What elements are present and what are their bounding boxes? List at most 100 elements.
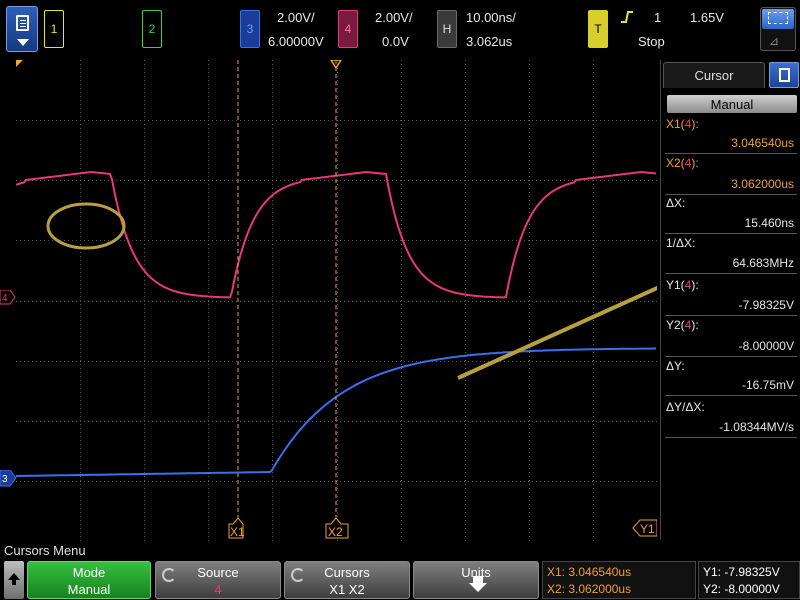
trigger-level: 1.65V xyxy=(690,10,724,25)
y2-label: Y2(4): xyxy=(666,318,699,332)
divider xyxy=(665,233,797,234)
channel-3-marker-label: 3 xyxy=(2,474,8,485)
delta-y-label: ΔY: xyxy=(666,359,685,373)
trigger-source: 1 xyxy=(654,10,662,25)
channel-3-button[interactable]: 3 xyxy=(240,10,260,48)
x1-value: 3.046540us xyxy=(731,136,794,150)
inverse-delta-x-value: 64.683MHz xyxy=(732,256,794,270)
readout-y2: Y2: -8.00000V xyxy=(703,582,780,596)
arrow-down-head xyxy=(469,583,487,592)
readout-x1-value: 3.046540us xyxy=(568,565,632,579)
delta-y-value: -16.75mV xyxy=(741,378,794,392)
units-softkey[interactable]: Units xyxy=(413,561,539,599)
panel-menu-button[interactable] xyxy=(769,62,799,88)
y1-label: Y1(4): xyxy=(666,278,699,292)
readout-y1: Y1: -7.98325V xyxy=(703,565,780,579)
menu-title: Cursors Menu xyxy=(4,543,86,558)
delta-x-value: 15.460ns xyxy=(744,216,794,230)
channel-4-label: 4 xyxy=(344,22,352,36)
waveform-display[interactable]: X1 X2 Y1 xyxy=(16,60,657,541)
rising-edge-icon xyxy=(621,11,633,23)
document-icon xyxy=(779,68,790,82)
cursor-y1-tag-label: Y1 xyxy=(640,522,655,536)
cursor-x1-tag-label: X1 xyxy=(230,525,245,539)
channel-3-offset: 6.00000V xyxy=(268,34,324,49)
divider xyxy=(665,437,797,438)
channel-4-scale: 2.00V/ xyxy=(375,10,413,25)
source-softkey-label: Source xyxy=(197,565,239,580)
cursor-x-readout: X1: 3.046540us X2: 3.062000us xyxy=(542,561,696,599)
cursors-softkey-value: X1 X2 xyxy=(329,582,365,597)
x2-label: X2(4): xyxy=(666,156,699,170)
main-menu-button[interactable] xyxy=(6,6,38,52)
cursor-x2-tag-label: X2 xyxy=(328,525,343,539)
slope-label: ΔY/ΔX: xyxy=(666,400,705,414)
readout-x1-label: X1: xyxy=(547,565,566,579)
channel-1-button[interactable]: 1 xyxy=(44,10,64,48)
source-softkey-value: 4 xyxy=(214,582,222,597)
x2-value: 3.062000us xyxy=(731,177,794,191)
mode-softkey-label: Mode xyxy=(72,565,106,580)
divider xyxy=(665,194,797,195)
x1-label: X1(4): xyxy=(666,117,699,131)
horizontal-button[interactable]: H xyxy=(437,10,457,48)
divider xyxy=(665,395,797,396)
x1-label-prefix: X1( xyxy=(666,117,685,131)
channel-3-ground-marker[interactable]: 3 xyxy=(0,469,17,487)
horizontal-label: H xyxy=(442,22,452,36)
divider xyxy=(665,153,797,154)
top-status-bar: 1 2 3 2.00V/ 6.00000V 4 2.00V/ 0.0V H 10… xyxy=(0,0,800,60)
source-softkey[interactable]: Source 4 xyxy=(155,561,281,599)
mode-softkey-value: Manual xyxy=(67,582,111,597)
panel-tabs: Cursor xyxy=(661,60,800,90)
channel-2-label: 2 xyxy=(148,22,156,36)
zoom-box-icon xyxy=(762,9,794,29)
back-button[interactable] xyxy=(4,561,24,599)
chevron-down-icon xyxy=(17,39,29,46)
cursor-mode-label: Manual xyxy=(710,96,754,112)
horizontal-delay: 3.062us xyxy=(466,34,513,49)
divider xyxy=(665,315,797,316)
tab-cursor-label: Cursor xyxy=(694,68,734,83)
y2-label-suffix: ): xyxy=(691,318,699,332)
delta-trigger-icon: ⊿ xyxy=(769,34,780,48)
cursors-softkey-label: Cursors xyxy=(324,565,370,580)
channel-3-label: 3 xyxy=(246,22,254,36)
channel-4-marker-label: 4 xyxy=(2,293,8,304)
channel-1-label: 1 xyxy=(50,22,58,36)
y2-value: -8.00000V xyxy=(738,339,794,353)
mode-softkey[interactable]: Mode Manual xyxy=(27,561,151,599)
channel-4-button[interactable]: 4 xyxy=(338,10,358,48)
x2-label-prefix: X2( xyxy=(666,156,685,170)
channel-4-offset: 0.0V xyxy=(382,34,409,49)
menu-icon xyxy=(16,15,29,31)
horizontal-scale: 10.00ns/ xyxy=(466,10,516,25)
y1-label-prefix: Y1( xyxy=(666,278,685,292)
y1-value: -7.98325V xyxy=(738,298,794,312)
zoom-button[interactable]: ⊿ xyxy=(760,7,796,51)
delta-x-label: ΔX: xyxy=(666,196,686,210)
trigger-label: T xyxy=(594,22,602,36)
cursor-y-readout: Y1: -7.98325V Y2: -8.00000V xyxy=(698,561,800,599)
slope-value: -1.08344MV/s xyxy=(719,420,794,434)
y1-label-suffix: ): xyxy=(691,278,699,292)
divider xyxy=(665,273,797,274)
channel-4-ground-marker[interactable]: 4 xyxy=(0,289,16,305)
readout-x2-value: 3.062000us xyxy=(568,582,632,596)
readout-x2-label: X2: xyxy=(547,582,566,596)
run-status: Stop xyxy=(638,34,665,49)
trigger-button[interactable]: T xyxy=(588,10,608,48)
x2-label-suffix: ): xyxy=(691,156,699,170)
divider xyxy=(665,356,797,357)
readout-x2: X2: 3.062000us xyxy=(547,582,631,596)
cursor-side-panel: Cursor Manual X1(4): 3.046540us X2(4): 3… xyxy=(660,60,800,540)
x1-label-suffix: ): xyxy=(691,117,699,131)
channel-2-button[interactable]: 2 xyxy=(142,10,162,48)
cursor-mode-button[interactable]: Manual xyxy=(667,95,797,113)
y2-label-prefix: Y2( xyxy=(666,318,685,332)
tab-cursor[interactable]: Cursor xyxy=(663,62,765,88)
channel-3-scale: 2.00V/ xyxy=(277,10,315,25)
cursors-softkey[interactable]: Cursors X1 X2 xyxy=(284,561,410,599)
readout-x1: X1: 3.046540us xyxy=(547,565,631,579)
inverse-delta-x-label: 1/ΔX: xyxy=(666,236,696,250)
